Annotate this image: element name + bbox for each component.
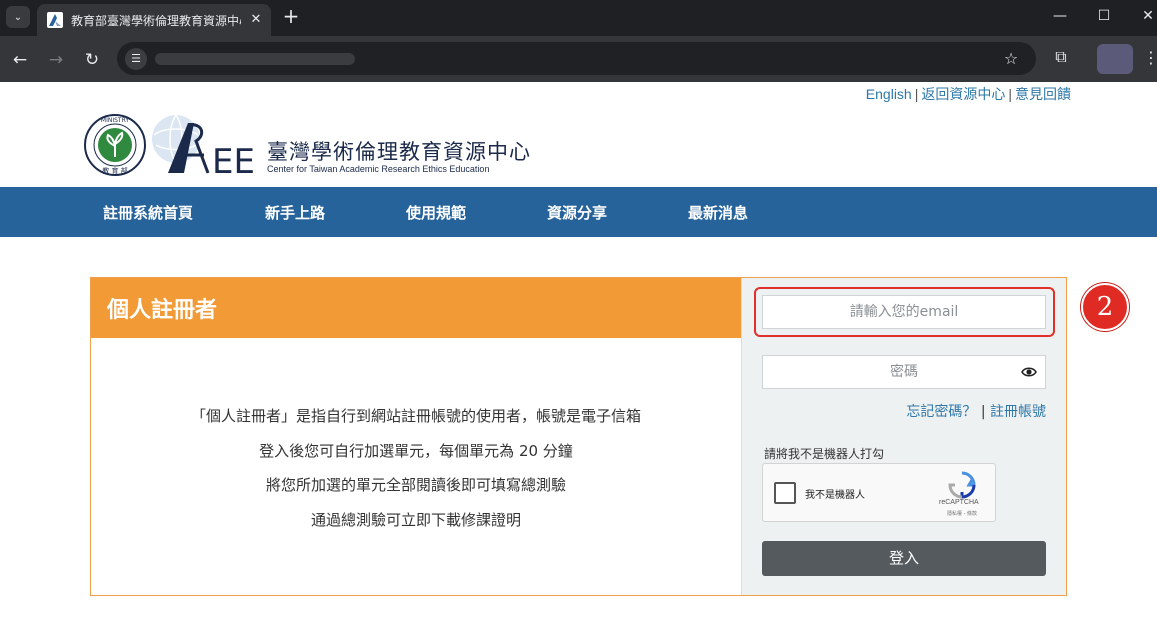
top-links: English | 返回資源中心 | 意見回饋: [865, 86, 1071, 102]
nav-item-latest-news[interactable]: 最新消息: [688, 202, 748, 223]
profile-avatar[interactable]: [1097, 44, 1133, 74]
login-button[interactable]: 登入: [762, 541, 1046, 576]
recaptcha-brand: reCAPTCHA: [939, 499, 979, 506]
site-favicon-icon: [47, 12, 63, 28]
page-content: English | 返回資源中心 | 意見回饋 MINISTRY 教 育 部 EE 臺灣…: [0, 82, 1157, 640]
login-panel: 個人註冊者 「個人註冊者」是指自行到網站註冊帳號的使用者，帳號是電子信箱 登入後…: [90, 277, 1067, 596]
english-link[interactable]: English: [866, 86, 912, 102]
recaptcha-checkbox[interactable]: [774, 482, 796, 504]
step-number-badge: 2: [1081, 283, 1129, 331]
nav-item-getting-started[interactable]: 新手上路: [265, 202, 325, 223]
browser-toolbar: ← → ↻ ☰ ☆ ⧉ ⋮: [0, 36, 1157, 82]
robot-check-prompt: 請將我不是機器人打勾: [764, 447, 885, 461]
forgot-password-link[interactable]: 忘記密碼？: [906, 404, 976, 420]
bookmark-star-icon[interactable]: ☆: [1000, 48, 1022, 70]
browser-tab[interactable]: 教育部臺灣學術倫理教育資源中心 ✕: [37, 4, 271, 36]
register-account-link[interactable]: 註冊帳號: [990, 404, 1046, 420]
panel-title: 個人註冊者: [107, 298, 218, 323]
description-line: 「個人註冊者」是指自行到網站註冊帳號的使用者，帳號是電子信箱: [190, 407, 641, 425]
svg-text:MINISTRY: MINISTRY: [101, 117, 129, 124]
svg-text:教 育 部: 教 育 部: [102, 166, 127, 175]
main-nav: 註冊系統首頁 新手上路 使用規範 資源分享 最新消息: [0, 187, 1157, 237]
show-password-eye-icon[interactable]: [1021, 364, 1037, 380]
maximize-button[interactable]: ☐: [1091, 6, 1117, 26]
panel-header: 個人註冊者: [91, 278, 741, 338]
svg-text:EE: EE: [212, 142, 255, 177]
account-links: 忘記密碼？ | 註冊帳號: [906, 401, 1046, 421]
nav-item-registration-home[interactable]: 註冊系統首頁: [103, 202, 193, 223]
back-to-resource-center-link[interactable]: 返回資源中心: [921, 86, 1005, 102]
login-form: 請輸入您的email 密碼 忘記密碼？ | 註冊帳號 請將我不是機器人打勾 我不…: [741, 278, 1066, 595]
nav-item-usage-rules[interactable]: 使用規範: [406, 202, 466, 223]
recaptcha-label: 我不是機器人: [805, 490, 865, 501]
site-info-tune-icon[interactable]: ☰: [125, 48, 147, 70]
recaptcha-terms[interactable]: 隱私權 - 條款: [947, 510, 977, 517]
tab-search-chevron-down-icon[interactable]: ⌄: [6, 6, 30, 28]
password-field[interactable]: 密碼: [762, 355, 1046, 389]
recaptcha-widget: 我不是機器人 reCAPTCHA 隱私權 - 條款: [762, 463, 996, 522]
link-separator: |: [980, 404, 986, 420]
tab-title: 教育部臺灣學術倫理教育資源中心: [71, 14, 241, 28]
tab-close-icon[interactable]: ✕: [247, 11, 265, 29]
description-line: 通過總測驗可立即下載修課證明: [310, 511, 521, 529]
back-arrow-icon[interactable]: ←: [9, 49, 31, 71]
description-line: 將您所加選的單元全部閱讀後即可填寫總測驗: [265, 476, 566, 494]
site-logo[interactable]: MINISTRY 教 育 部 EE 臺灣學術倫理教育資源中心 Center fo…: [84, 113, 530, 182]
forward-arrow-icon[interactable]: →: [45, 49, 67, 71]
minimize-button[interactable]: —: [1047, 6, 1073, 26]
info-section: 個人註冊者 「個人註冊者」是指自行到網站註冊帳號的使用者，帳號是電子信箱 登入後…: [91, 278, 741, 595]
description-line: 登入後您可自行加選單元，每個單元為 20 分鐘: [259, 442, 573, 460]
logo-title-en: Center for Taiwan Academic Research Ethi…: [267, 164, 490, 174]
new-tab-button[interactable]: +: [280, 5, 302, 27]
recaptcha-logo-icon: [948, 471, 976, 499]
close-window-button[interactable]: ✕: [1135, 6, 1157, 26]
password-placeholder: 密碼: [890, 364, 918, 380]
email-field[interactable]: 請輸入您的email: [762, 295, 1046, 329]
feedback-link[interactable]: 意見回饋: [1015, 86, 1071, 102]
extensions-puzzle-icon[interactable]: ⧉: [1050, 46, 1072, 68]
browser-menu-kebab-icon[interactable]: ⋮: [1143, 46, 1157, 70]
address-bar[interactable]: ☰ ☆: [117, 42, 1036, 75]
logo-title-zh: 臺灣學術倫理教育資源中心: [267, 140, 531, 164]
nav-item-resource-sharing[interactable]: 資源分享: [547, 202, 607, 223]
url-text-redacted: [155, 53, 355, 65]
reload-icon[interactable]: ↻: [81, 49, 103, 71]
browser-tab-bar: ⌄ 教育部臺灣學術倫理教育資源中心 ✕ + — ☐ ✕: [0, 0, 1157, 36]
logo-mark-icon: MINISTRY 教 育 部 EE: [84, 114, 255, 182]
